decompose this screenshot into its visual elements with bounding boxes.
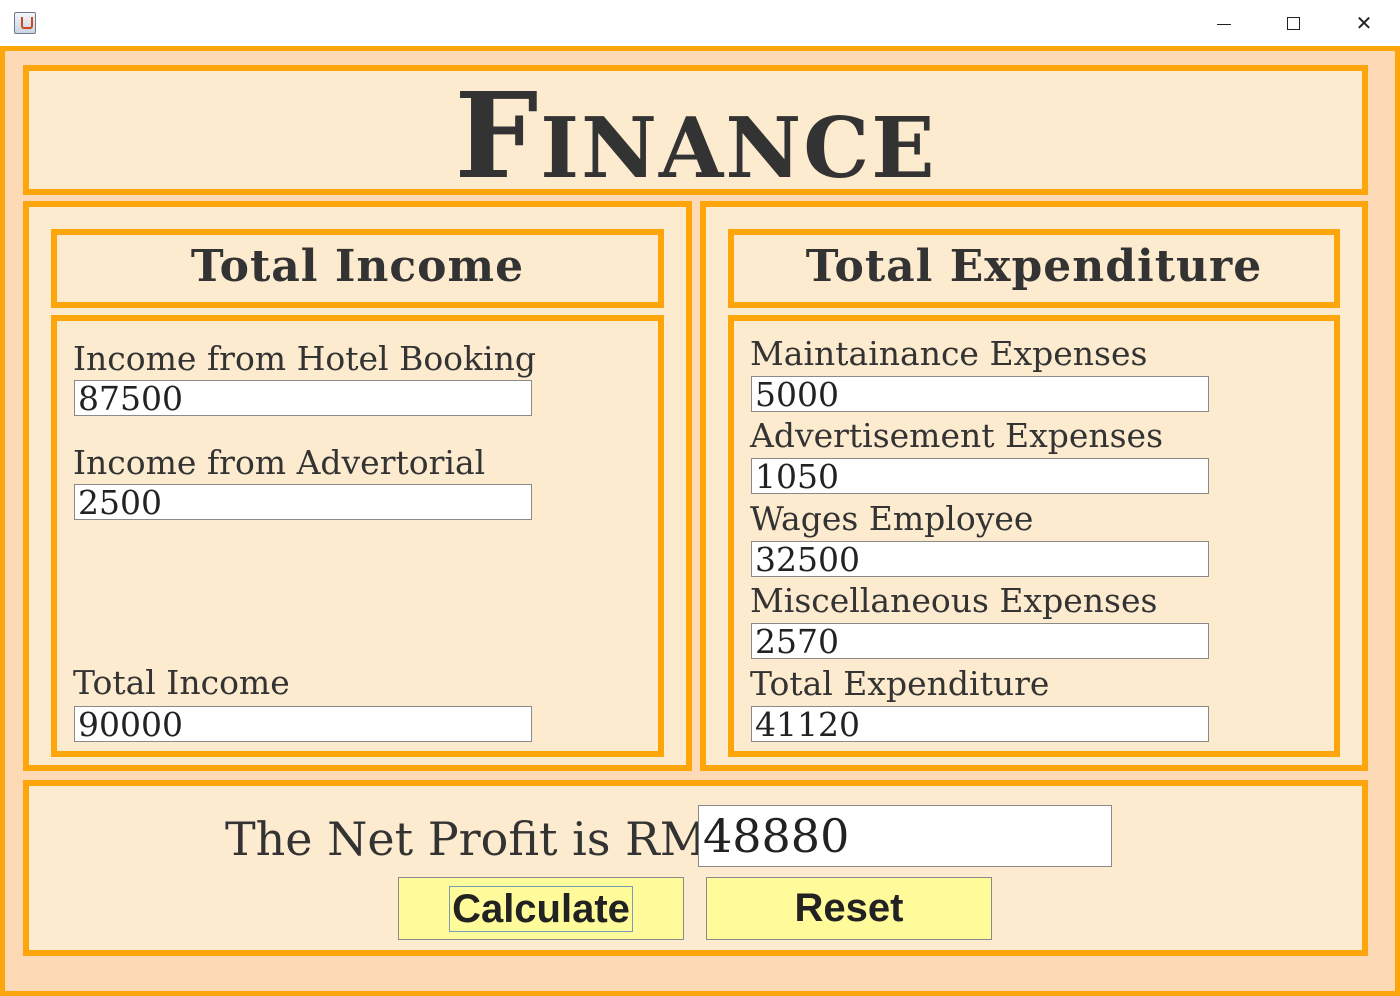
maintainance-label: Maintainance Expenses: [750, 334, 1148, 373]
reset-button[interactable]: Reset: [706, 877, 992, 940]
maintainance-input[interactable]: [751, 376, 1209, 412]
maximize-icon: [1286, 16, 1300, 30]
window-title-bar: ✕: [0, 0, 1400, 46]
advertorial-input[interactable]: [74, 484, 532, 520]
expenditure-fields-panel: Maintainance Expenses Advertisement Expe…: [728, 315, 1340, 757]
total-income-input[interactable]: [74, 706, 532, 742]
wages-input[interactable]: [751, 541, 1209, 577]
advertisement-input[interactable]: [751, 458, 1209, 494]
advertorial-label: Income from Advertorial: [73, 443, 486, 482]
expenditure-heading: Total Expenditure: [728, 229, 1340, 308]
income-heading: Total Income: [51, 229, 664, 308]
total-expenditure-input[interactable]: [751, 706, 1209, 742]
wages-label: Wages Employee: [750, 499, 1034, 538]
net-profit-panel: The Net Profit is RM Calculate Reset: [23, 780, 1368, 956]
miscellaneous-label: Miscellaneous Expenses: [750, 581, 1158, 620]
miscellaneous-input[interactable]: [751, 623, 1209, 659]
income-fields-panel: Income from Hotel Booking Income from Ad…: [51, 315, 664, 757]
maximize-button[interactable]: [1258, 0, 1328, 46]
calculate-button-label: Calculate: [449, 885, 633, 932]
calculate-button[interactable]: Calculate: [398, 877, 684, 940]
close-icon: ✕: [1355, 11, 1373, 35]
income-section: Total Income Income from Hotel Booking I…: [23, 201, 692, 771]
hotel-booking-label: Income from Hotel Booking: [73, 339, 536, 378]
expenditure-section: Total Expenditure Maintainance Expenses …: [700, 201, 1368, 771]
reset-button-label: Reset: [794, 886, 904, 930]
net-profit-label: The Net Profit is RM: [225, 812, 707, 866]
minimize-button[interactable]: [1189, 0, 1259, 46]
total-expenditure-label: Total Expenditure: [750, 664, 1050, 703]
total-income-label: Total Income: [73, 663, 290, 702]
close-button[interactable]: ✕: [1329, 0, 1399, 46]
hotel-booking-input[interactable]: [74, 380, 532, 416]
java-app-icon[interactable]: [14, 12, 36, 34]
advertisement-label: Advertisement Expenses: [750, 416, 1164, 455]
page-title: Finance: [454, 66, 937, 205]
minimize-icon: [1217, 23, 1231, 25]
header-panel: Finance: [23, 65, 1368, 195]
net-profit-input[interactable]: [698, 805, 1112, 867]
